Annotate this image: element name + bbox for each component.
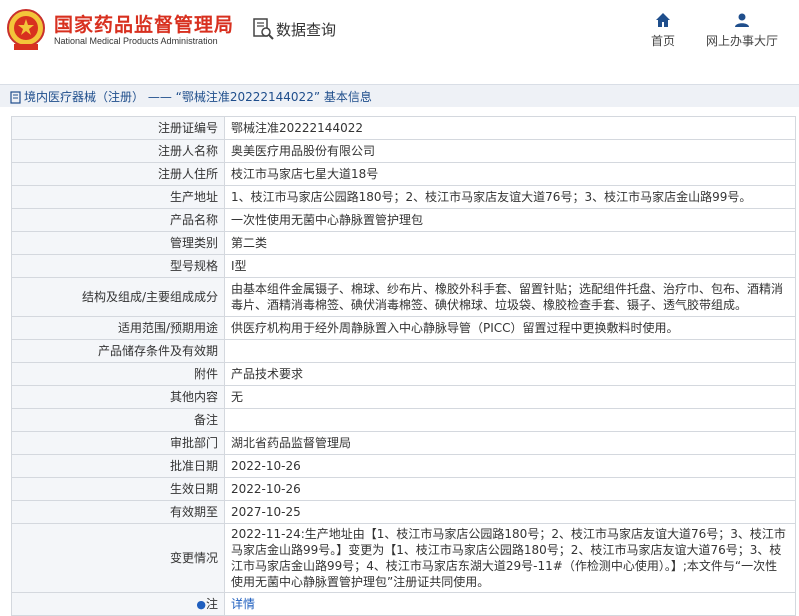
registration-info-table: 注册证编号 鄂械注准20222144022 注册人名称 奥美医疗用品股份有限公司 注… — [11, 116, 796, 616]
row-label: 生产地址 — [11, 185, 225, 209]
nav-online-office-label: 网上办事大厅 — [705, 34, 778, 48]
table-row: 有效期至 2027-10-25 — [11, 500, 796, 524]
row-value: Ⅰ型 — [224, 254, 796, 278]
note-label: 注 — [205, 596, 218, 611]
table-row: 注册人住所 枝江市马家店七星大道18号 — [11, 162, 796, 186]
site-header: 国家药品监督管理局 National Medical Products Admi… — [0, 0, 799, 70]
row-label: 审批部门 — [11, 431, 225, 455]
table-row: 生效日期 2022-10-26 — [11, 477, 796, 501]
row-value: 详情 — [224, 592, 796, 616]
table-row: 注册人名称 奥美医疗用品股份有限公司 — [11, 139, 796, 163]
row-label: 注册人名称 — [11, 139, 225, 163]
row-label: 有效期至 — [11, 500, 225, 524]
table-row: 管理类别 第二类 — [11, 231, 796, 255]
row-value: 一次性使用无菌中心静脉置管护理包 — [224, 208, 796, 232]
table-row: 变更情况 2022-11-24:生产地址由【1、枝江市马家店公园路180号；2、枝… — [11, 523, 796, 593]
row-value: 由基本组件金属镊子、棉球、纱布片、橡胶外科手套、留置针贴；选配组件托盘、治疗巾、… — [224, 277, 796, 317]
site-title-cn[interactable]: 国家药品监督管理局 — [54, 10, 234, 37]
location-pin-icon: ● — [196, 597, 206, 611]
breadcrumb: 境内医疗器械（注册） —— “鄂械注准20222144022” 基本信息 — [0, 84, 799, 107]
user-icon — [700, 12, 784, 32]
nav-home-label: 首页 — [650, 34, 675, 48]
table-row: 适用范围/预期用途 供医疗机构用于经外周静脉置入中心静脉导管（PICC）留置过程中… — [11, 316, 796, 340]
row-value: 1、枝江市马家店公园路180号；2、枝江市马家店友谊大道76号；3、枝江市马家店… — [224, 185, 796, 209]
table-row: 审批部门 湖北省药品监督管理局 — [11, 431, 796, 455]
row-value: 第二类 — [224, 231, 796, 255]
row-value: 2022-10-26 — [224, 454, 796, 478]
site-title-en: National Medical Products Administration — [54, 36, 218, 46]
row-value: 2027-10-25 — [224, 500, 796, 524]
table-row: 其他内容无 — [11, 385, 796, 409]
row-label: 适用范围/预期用途 — [11, 316, 225, 340]
table-row: ●注 详情 — [11, 592, 796, 616]
table-row: 备注 — [11, 408, 796, 432]
table-row: 结构及组成/主要组成成分 由基本组件金属镊子、棉球、纱布片、橡胶外科手套、留置针贴… — [11, 277, 796, 317]
row-label: ●注 — [11, 592, 225, 616]
details-link[interactable]: 详情 — [231, 597, 255, 611]
row-value — [224, 339, 796, 363]
row-value: 湖北省药品监督管理局 — [224, 431, 796, 455]
row-value: 产品技术要求 — [224, 362, 796, 386]
table-row: 型号规格 Ⅰ型 — [11, 254, 796, 278]
row-label: 注册人住所 — [11, 162, 225, 186]
row-value — [224, 408, 796, 432]
row-value: 奥美医疗用品股份有限公司 — [224, 139, 796, 163]
row-label: 批准日期 — [11, 454, 225, 478]
row-label: 生效日期 — [11, 477, 225, 501]
row-label: 变更情况 — [11, 523, 225, 593]
row-label: 产品储存条件及有效期 — [11, 339, 225, 363]
row-label: 其他内容 — [11, 385, 225, 409]
home-icon — [645, 12, 681, 32]
row-label: 型号规格 — [11, 254, 225, 278]
national-emblem-logo — [6, 8, 46, 52]
table-row: 附件 产品技术要求 — [11, 362, 796, 386]
row-label: 管理类别 — [11, 231, 225, 255]
row-value: 2022-11-24:生产地址由【1、枝江市马家店公园路180号；2、枝江市马家… — [224, 523, 796, 593]
nav-home[interactable]: 首页 — [645, 12, 681, 49]
row-label: 注册证编号 — [11, 116, 225, 140]
table-row: 生产地址 1、枝江市马家店公园路180号；2、枝江市马家店友谊大道76号；3、枝江… — [11, 185, 796, 209]
row-label: 结构及组成/主要组成成分 — [11, 277, 225, 317]
row-value: 2022-10-26 — [224, 477, 796, 501]
table-row: 产品储存条件及有效期 — [11, 339, 796, 363]
row-value: 供医疗机构用于经外周静脉置入中心静脉导管（PICC）留置过程中更换敷料时使用。 — [224, 316, 796, 340]
data-query-title: 数据查询 — [276, 21, 337, 39]
row-value: 鄂械注准20222144022 — [224, 116, 796, 140]
document-search-icon — [252, 18, 274, 40]
nav-online-office[interactable]: 网上办事大厅 — [700, 12, 784, 49]
row-label: 附件 — [11, 362, 225, 386]
document-icon — [10, 89, 22, 104]
row-label: 备注 — [11, 408, 225, 432]
row-label: 产品名称 — [11, 208, 225, 232]
table-row: 产品名称 一次性使用无菌中心静脉置管护理包 — [11, 208, 796, 232]
row-value: 无 — [224, 385, 796, 409]
table-row: 批准日期 2022-10-26 — [11, 454, 796, 478]
table-row: 注册证编号 鄂械注准20222144022 — [11, 116, 796, 140]
row-value: 枝江市马家店七星大道18号 — [224, 162, 796, 186]
breadcrumb-text[interactable]: 境内医疗器械（注册） —— “鄂械注准20222144022” 基本信息 — [24, 88, 372, 105]
